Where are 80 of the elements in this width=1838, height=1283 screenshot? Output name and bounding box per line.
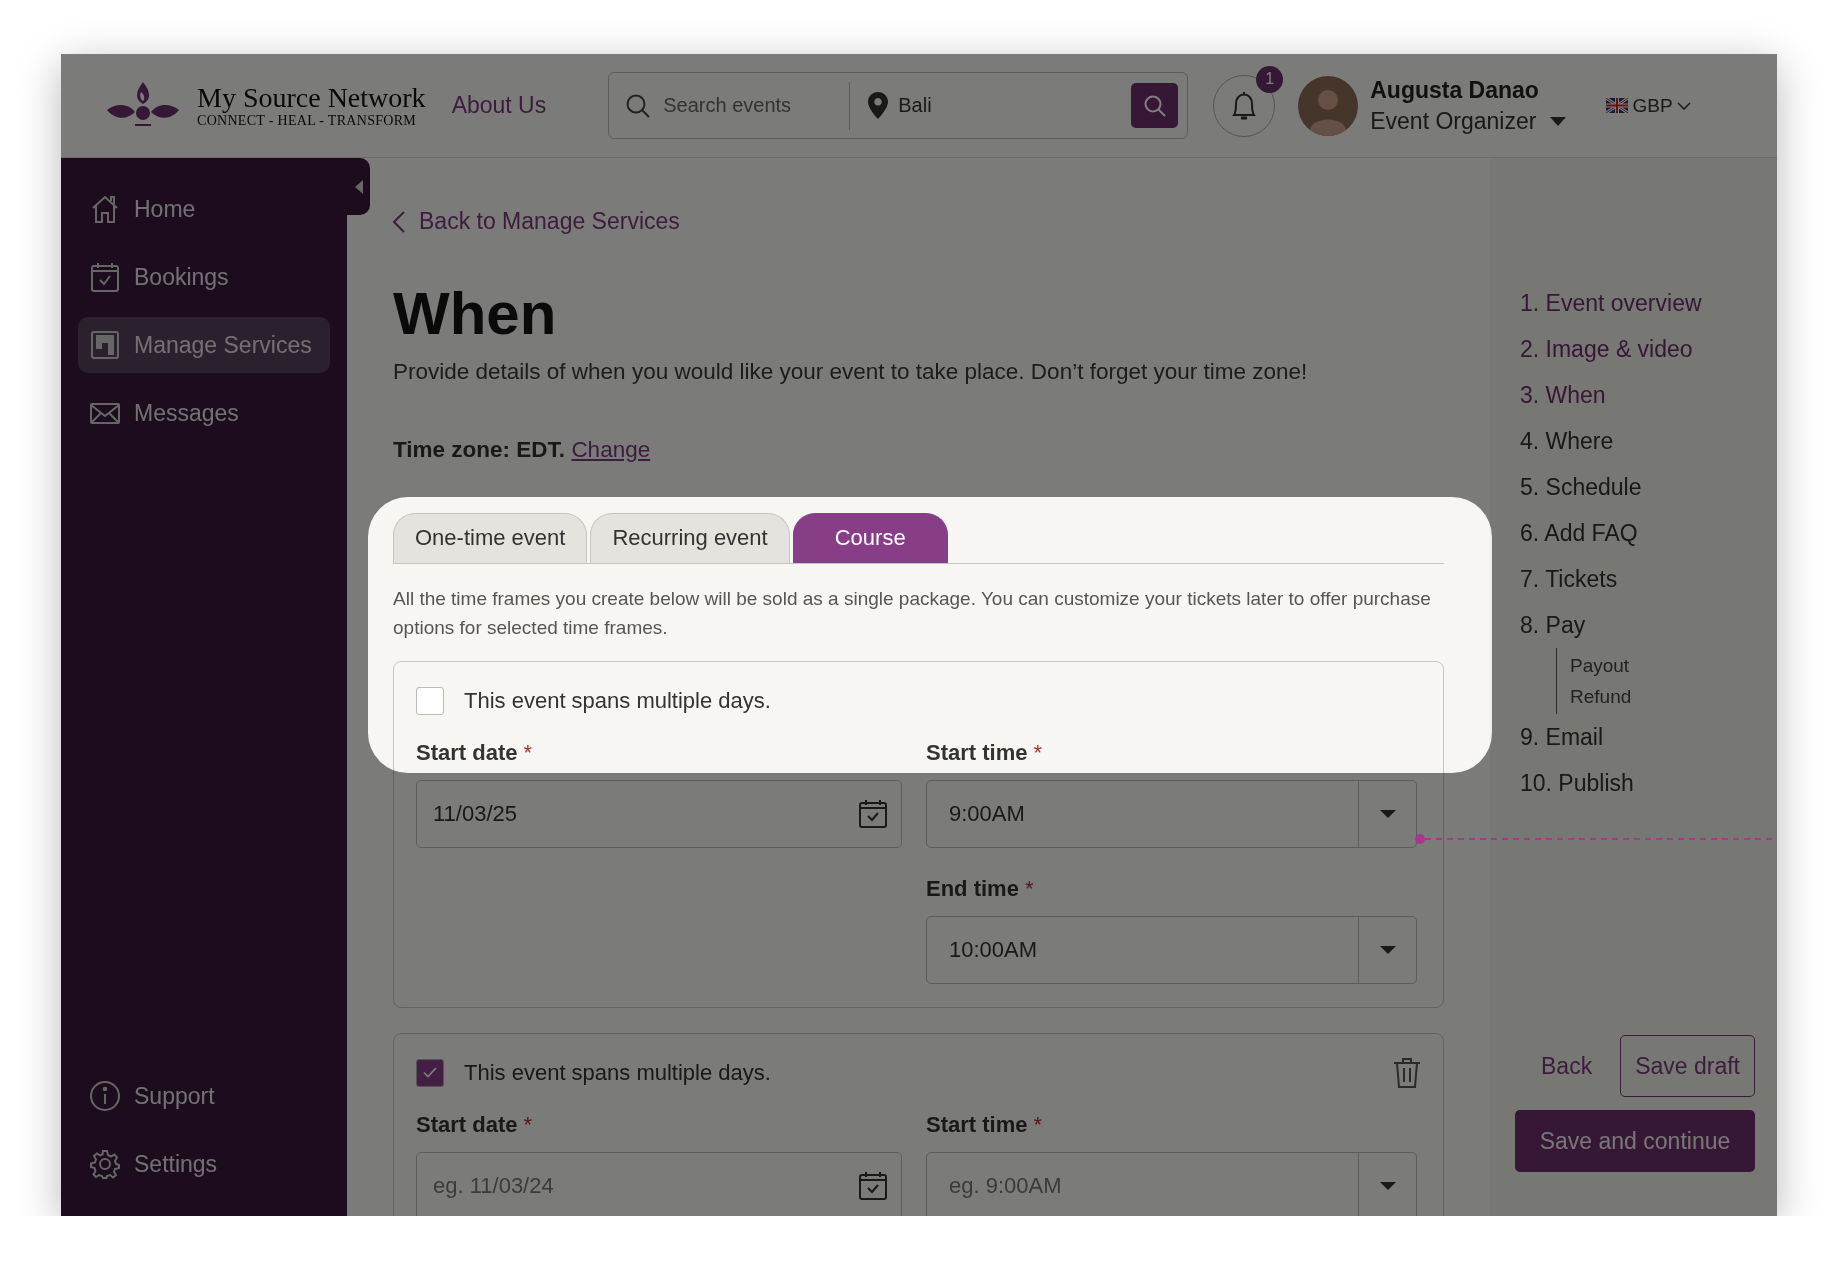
calendar-check-icon: [89, 261, 121, 293]
sidebar-item[interactable]: Messages: [78, 385, 330, 441]
bell-icon: [1230, 89, 1259, 122]
time-field[interactable]: 9:00AM: [926, 779, 1417, 848]
sub-step-link[interactable]: Payout: [1570, 650, 1755, 681]
tab[interactable]: Recurring event: [590, 512, 790, 563]
time-field[interactable]: 10:00AM: [926, 915, 1417, 984]
about-link[interactable]: About Us: [451, 92, 547, 119]
map-pin-icon: [868, 92, 889, 119]
calendar-icon[interactable]: [858, 798, 888, 829]
field-label: Start time: [926, 1111, 1028, 1138]
checkbox-label: This event spans multiple days.: [464, 687, 771, 714]
tab[interactable]: Course: [792, 512, 948, 563]
search-button[interactable]: [1131, 83, 1179, 128]
required-mark: *: [523, 739, 533, 766]
settings-icon: [89, 1148, 121, 1180]
sidebar-item[interactable]: Manage Services: [78, 317, 330, 373]
flag-icon: [1606, 98, 1629, 113]
caret-left-icon: [354, 179, 363, 194]
search-input[interactable]: Search events: [663, 94, 834, 117]
calendar-icon[interactable]: [858, 1170, 888, 1201]
page-description: Provide details of when you would like your event to take place. Don’t forget your time zone!: [393, 358, 1309, 385]
step-link[interactable]: 7. Tickets: [1520, 556, 1755, 602]
field-label: Start time: [926, 739, 1028, 766]
back-button[interactable]: Back: [1535, 1051, 1599, 1081]
tab[interactable]: One-time event: [393, 512, 588, 563]
field-label: End time: [926, 875, 1019, 902]
date-field[interactable]: 11/03/25: [416, 779, 902, 848]
sidebar-item[interactable]: Settings: [78, 1136, 330, 1192]
back-link[interactable]: Back to Manage Services: [393, 208, 680, 235]
save-and-continue-button[interactable]: Save and continue: [1515, 1110, 1755, 1172]
user-name: Augusta Danao: [1370, 76, 1540, 104]
caret-down-icon[interactable]: [1550, 116, 1567, 126]
step-link[interactable]: 3. When: [1520, 372, 1755, 418]
checkbox-label: This event spans multiple days.: [464, 1059, 771, 1086]
caret-down-icon[interactable]: [1379, 809, 1396, 818]
step-link[interactable]: 1. Event overview: [1520, 280, 1755, 326]
page-title: When: [393, 280, 558, 347]
time-field[interactable]: eg. 9:00AM: [926, 1151, 1417, 1216]
field-label: Start date: [416, 1111, 518, 1138]
required-mark: *: [523, 1111, 533, 1138]
sidebar-item[interactable]: Bookings: [78, 249, 330, 305]
step-link[interactable]: 10. Publish: [1520, 760, 1755, 806]
required-mark: *: [1033, 739, 1043, 766]
required-mark: *: [1024, 875, 1034, 902]
chevron-left-icon: [393, 210, 405, 233]
currency-selector[interactable]: GBP: [1632, 94, 1673, 117]
step-link[interactable]: 4. Where: [1520, 418, 1755, 464]
trash-icon[interactable]: [1393, 1056, 1421, 1089]
step-link[interactable]: 6. Add FAQ: [1520, 510, 1755, 556]
chevron-down-icon[interactable]: [1676, 101, 1691, 110]
brand-name: My Source Network: [197, 82, 426, 113]
board-icon: [89, 329, 121, 361]
date-field[interactable]: eg. 11/03/24: [416, 1151, 902, 1216]
checkbox[interactable]: [416, 686, 444, 715]
time-zone-text: Time zone: EDT. Change: [393, 436, 652, 463]
step-link[interactable]: 8. Pay: [1520, 602, 1755, 648]
field-label: Start date: [416, 739, 518, 766]
search-icon: [1142, 93, 1167, 118]
required-mark: *: [1033, 1111, 1043, 1138]
brand-tagline: CONNECT - HEAL - TRANSFORM: [197, 112, 418, 129]
step-link[interactable]: 2. Image & video: [1520, 326, 1755, 372]
checkbox[interactable]: [416, 1058, 444, 1087]
notification-count: 1: [1256, 65, 1284, 93]
caret-down-icon[interactable]: [1379, 945, 1396, 954]
save-draft-button[interactable]: Save draft: [1620, 1035, 1755, 1097]
sidebar-item[interactable]: Support: [78, 1068, 330, 1124]
user-role: Event Organizer: [1370, 107, 1537, 135]
change-link[interactable]: Change: [571, 436, 651, 462]
checkmark-icon: [423, 1067, 437, 1078]
sub-step-link[interactable]: Refund: [1570, 681, 1755, 712]
sidebar-item[interactable]: Home: [78, 181, 330, 237]
step-link[interactable]: 9. Email: [1520, 714, 1755, 760]
collapse-button[interactable]: [347, 158, 370, 215]
caret-down-icon[interactable]: [1379, 1181, 1396, 1190]
avatar[interactable]: [1298, 75, 1359, 136]
tab-description: All the time frames you create below will be sold as a single package. You can customize your tickets later to offer purchase options for selected time frames.: [393, 586, 1432, 640]
step-link[interactable]: 5. Schedule: [1520, 464, 1755, 510]
search-icon: [625, 92, 652, 119]
info-icon: [89, 1080, 121, 1112]
